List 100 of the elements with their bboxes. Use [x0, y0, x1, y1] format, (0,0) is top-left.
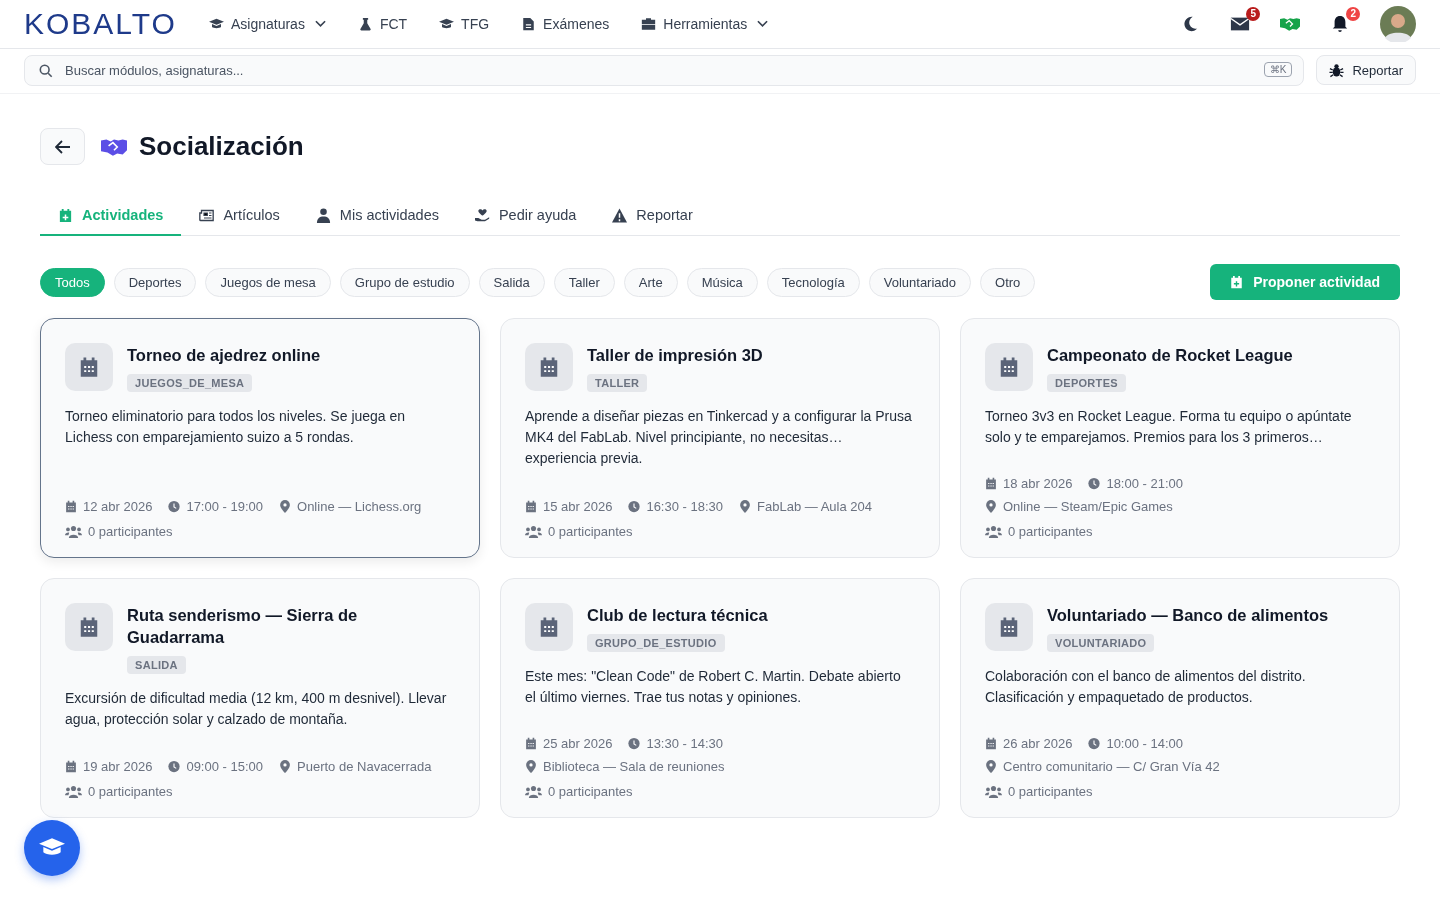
filter-chip[interactable]: Música: [686, 267, 758, 297]
back-button[interactable]: [40, 128, 85, 165]
activity-time: 09:00 - 15:00: [186, 759, 264, 774]
nav-link[interactable]: Herramientas: [641, 16, 769, 32]
mail-icon[interactable]: [1230, 15, 1250, 33]
activity-description: Este mes: "Clean Code" de Robert C. Martin. Debate abierto el último viernes. Trae tus notas y opiniones.: [525, 667, 902, 707]
report-button[interactable]: Reportar: [1316, 55, 1416, 85]
calendar-icon: [985, 477, 997, 490]
activity-time: 18:00 - 21:00: [1106, 476, 1184, 491]
filter-chip[interactable]: Juegos de mesa: [205, 267, 331, 297]
activity-location: Centro comunitario — C/ Gran Vía 42: [1003, 759, 1220, 774]
flask-icon: [357, 17, 373, 31]
activity-description: Torneo eliminatorio para todos los niveles. Se juega en Lichess con emparejamiento suizo a 5 rondas.: [65, 407, 407, 447]
activity-location: Biblioteca — Sala de reuniones: [543, 759, 725, 774]
activity-location: Online — Steam/Epic Games: [1003, 499, 1173, 514]
nav-link[interactable]: FCT: [357, 16, 408, 32]
activity-title: Ruta senderismo — Sierra de Guadarrama: [127, 605, 359, 648]
participant-count: 0 participantes: [548, 784, 633, 799]
filter-chip[interactable]: Voluntariado: [868, 267, 971, 297]
location-pin-icon: [985, 760, 997, 773]
filter-chip[interactable]: Grupo de estudio: [339, 267, 470, 297]
activity-title: Torneo de ajedrez online: [127, 345, 321, 366]
clock-icon: [168, 760, 181, 773]
calendar-icon: [525, 737, 537, 750]
page-title: Socialización: [139, 131, 304, 162]
people-icon: [525, 525, 542, 538]
activity-date: 25 abr 2026: [543, 736, 613, 751]
tab[interactable]: Reportar: [594, 197, 711, 236]
category-tag: DEPORTES: [1047, 374, 1126, 392]
calendar-icon: [525, 500, 537, 513]
activity-description: Colaboración con el banco de alimentos del distrito. Clasificación y empaquetado de productos.: [985, 667, 1307, 707]
location-pin-icon: [525, 760, 537, 773]
participant-count: 0 participantes: [1008, 784, 1093, 799]
filter-chip[interactable]: Salida: [478, 267, 545, 297]
activity-time: 10:00 - 14:00: [1106, 736, 1184, 751]
activity-location: Puerto de Navacerrada: [297, 759, 432, 774]
nav-link[interactable]: Exámenes: [521, 16, 610, 32]
activity-title: Voluntariado — Banco de alimentos: [1047, 605, 1329, 626]
category-tag: TALLER: [587, 374, 648, 392]
activity-location: FabLab — Aula 204: [757, 499, 872, 514]
participant-count: 0 participantes: [548, 524, 633, 539]
bell-icon[interactable]: [1330, 15, 1350, 33]
arrow-left-icon: [54, 139, 71, 154]
activity-time: 13:30 - 14:30: [646, 736, 724, 751]
calendar-plus-icon: [58, 207, 73, 223]
filter-chip[interactable]: Otro: [980, 267, 1036, 297]
calendar-icon: [79, 616, 99, 638]
people-icon: [65, 525, 82, 538]
category-tag: VOLUNTARIADO: [1047, 634, 1155, 652]
search-icon: [39, 64, 53, 78]
activity-title: Campeonato de Rocket League: [1047, 345, 1293, 366]
activity-time: 17:00 - 19:00: [186, 499, 264, 514]
filter-chip[interactable]: Taller: [553, 267, 615, 297]
location-pin-icon: [985, 500, 997, 513]
filter-chip[interactable]: Tecnología: [766, 267, 860, 297]
chevron-down-icon: [757, 20, 769, 28]
calendar-icon: [539, 616, 559, 638]
tab[interactable]: Artículos: [181, 197, 298, 236]
warning-icon: [612, 207, 628, 223]
clock-icon: [628, 500, 641, 513]
floating-action-button[interactable]: [24, 820, 80, 876]
bug-icon: [1329, 62, 1345, 78]
people-icon: [985, 785, 1002, 798]
clock-icon: [1088, 477, 1101, 490]
participant-count: 0 participantes: [1008, 524, 1093, 539]
user-avatar[interactable]: [1380, 6, 1416, 42]
nav-link[interactable]: TFG: [439, 16, 490, 32]
filter-chip[interactable]: Arte: [623, 267, 678, 297]
brand-logo[interactable]: KOBALTO: [24, 7, 177, 41]
handshake-icon: [101, 136, 127, 157]
tab[interactable]: Pedir ayuda: [456, 197, 595, 236]
message-count-badge: 5: [1246, 7, 1260, 21]
calendar-icon: [999, 616, 1019, 638]
category-tag: GRUPO_DE_ESTUDIO: [587, 634, 725, 652]
nav-link[interactable]: Asignaturas: [208, 16, 326, 32]
activity-description: Aprende a diseñar piezas en Tinkercad y a configurar la Prusa MK4 del FabLab. Nivel principiante, no necesitas… experiencia previa.: [525, 407, 913, 468]
notification-count-badge: 2: [1346, 7, 1360, 21]
category-tag: JUEGOS_DE_MESA: [127, 374, 253, 392]
participant-count: 0 participantes: [88, 784, 173, 799]
calendar-icon: [65, 500, 77, 513]
graduation-cap-icon: [439, 17, 455, 31]
filter-chip[interactable]: Deportes: [113, 267, 197, 297]
activity-description: Excursión de dificultad media (12 km, 400 m desnivel). Llevar agua, protección solar y calzado de montaña.: [65, 689, 448, 729]
calendar-icon: [999, 356, 1019, 378]
activity-description: Torneo 3v3 en Rocket League. Forma tu equipo o apúntate solo y te emparejamos. Premios para los 3 primeros…: [985, 407, 1353, 447]
activity-card[interactable]: [40, 318, 480, 558]
tab[interactable]: Mis actividades: [297, 197, 457, 236]
activity-location: Online — Lichess.org: [297, 499, 422, 514]
activity-time: 16:30 - 18:30: [646, 499, 724, 514]
category-tag: SALIDA: [127, 656, 186, 674]
people-icon: [985, 525, 1002, 538]
activity-title: Club de lectura técnica: [587, 605, 768, 626]
calendar-icon: [79, 356, 99, 378]
newspaper-icon: [199, 207, 215, 223]
graduation-cap-icon: [208, 17, 224, 31]
shortcut-hint: ⌘K: [1263, 62, 1293, 77]
calendar-icon: [539, 356, 559, 378]
activity-title: Taller de impresión 3D: [587, 345, 763, 366]
calendar-icon: [65, 760, 77, 773]
handshake-icon[interactable]: [1280, 15, 1300, 33]
